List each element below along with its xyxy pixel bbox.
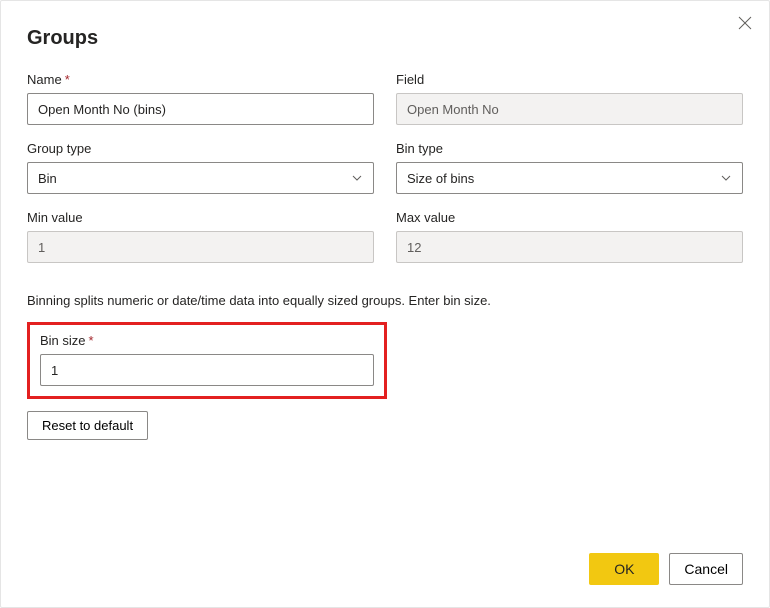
max-value-group: Max value 12: [396, 210, 743, 263]
field-field-group: Field Open Month No: [396, 72, 743, 125]
group-type-label: Group type: [27, 141, 374, 156]
name-label-text: Name: [27, 72, 62, 87]
bin-type-group: Bin type Size of bins: [396, 141, 743, 194]
reset-button[interactable]: Reset to default: [27, 411, 148, 440]
ok-button[interactable]: OK: [589, 553, 659, 585]
max-value: 12: [396, 231, 743, 263]
helper-text: Binning splits numeric or date/time data…: [27, 293, 743, 308]
group-type-group: Group type Bin: [27, 141, 374, 194]
bin-size-highlight: Bin size*: [27, 322, 387, 399]
bin-type-value: Size of bins: [407, 171, 474, 186]
bin-size-label: Bin size*: [40, 333, 374, 348]
min-value-label: Min value: [27, 210, 374, 225]
dialog-footer: OK Cancel: [589, 553, 743, 585]
required-marker: *: [89, 333, 94, 348]
min-value-group: Min value 1: [27, 210, 374, 263]
group-type-value: Bin: [38, 171, 57, 186]
min-value: 1: [27, 231, 374, 263]
required-marker: *: [65, 72, 70, 87]
field-value: Open Month No: [396, 93, 743, 125]
bin-type-select[interactable]: Size of bins: [396, 162, 743, 194]
name-input[interactable]: [27, 93, 374, 125]
max-value-label: Max value: [396, 210, 743, 225]
close-icon[interactable]: [737, 15, 753, 31]
field-label: Field: [396, 72, 743, 87]
bin-type-label: Bin type: [396, 141, 743, 156]
chevron-down-icon: [720, 172, 732, 184]
dialog-title: Groups: [27, 27, 743, 50]
group-type-select[interactable]: Bin: [27, 162, 374, 194]
name-label: Name*: [27, 72, 374, 87]
groups-dialog: Groups Name* Field Open Month No Group t…: [0, 0, 770, 608]
cancel-button[interactable]: Cancel: [669, 553, 743, 585]
bin-size-input[interactable]: [40, 354, 374, 386]
name-field-group: Name*: [27, 72, 374, 125]
chevron-down-icon: [351, 172, 363, 184]
bin-size-label-text: Bin size: [40, 333, 86, 348]
